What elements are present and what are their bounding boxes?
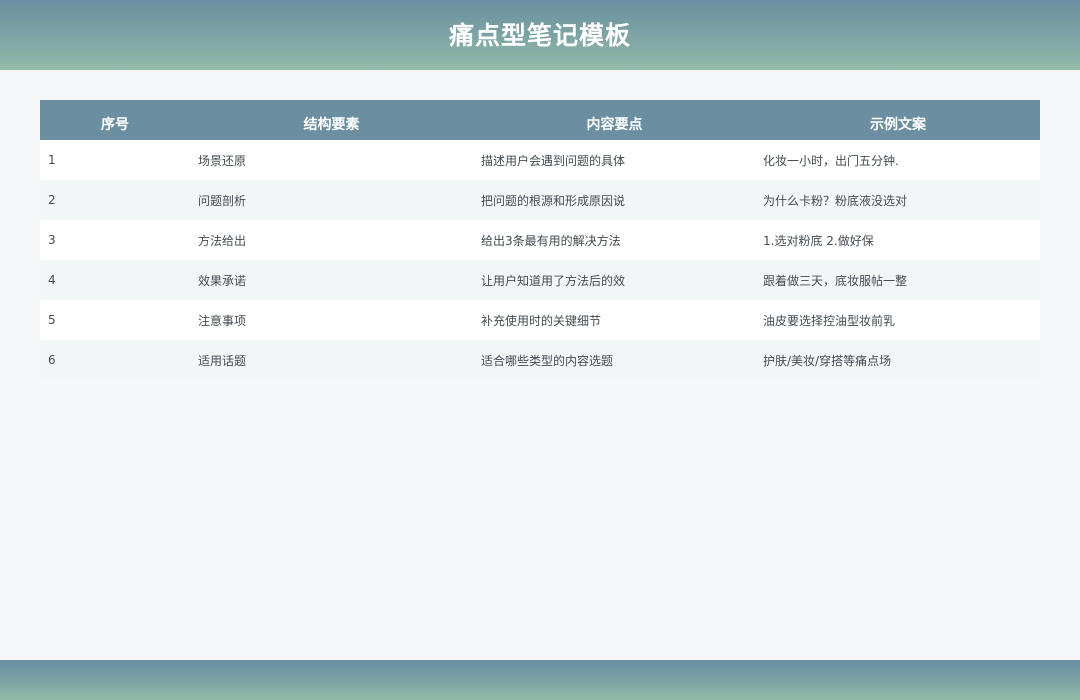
cell-index: 2: [48, 193, 56, 207]
column-header-index: 序号: [101, 117, 129, 133]
page-title: 痛点型笔记模板: [448, 21, 631, 50]
header-band: 痛点型笔记模板: [0, 0, 1080, 70]
cell-example-copy: 1.选对粉底 2.做好保: [763, 233, 874, 248]
cell-element: 适用话题: [198, 353, 247, 368]
cell-index: 6: [48, 353, 56, 367]
template-table: 序号 结构要素 内容要点 示例文案 1 场景还原 描述用户会遇到问题的具体 化妆…: [40, 100, 1040, 380]
cell-example-copy: 油皮要选择控油型妆前乳: [763, 313, 896, 328]
cell-index: 1: [48, 153, 56, 167]
template-table-container: 序号 结构要素 内容要点 示例文案 1 场景还原 描述用户会遇到问题的具体 化妆…: [40, 100, 1040, 380]
cell-index: 5: [48, 313, 56, 327]
cell-key-point: 把问题的根源和形成原因说: [481, 193, 626, 208]
column-header-element: 结构要素: [303, 117, 360, 133]
cell-key-point: 让用户知道用了方法后的效: [481, 273, 626, 288]
cell-example-copy: 化妆一小时，出门五分钟.: [763, 153, 899, 168]
cell-key-point: 给出3条最有用的解决方法: [481, 233, 621, 248]
table-row: 3 方法给出 给出3条最有用的解决方法 1.选对粉底 2.做好保: [40, 220, 1040, 260]
column-header-key-points: 内容要点: [586, 117, 643, 133]
table-header-row: 序号 结构要素 内容要点 示例文案: [40, 100, 1040, 140]
table-row: 6 适用话题 适合哪些类型的内容选题 护肤/美妆/穿搭等痛点场: [40, 340, 1040, 380]
table-row: 1 场景还原 描述用户会遇到问题的具体 化妆一小时，出门五分钟.: [40, 140, 1040, 180]
cell-element: 效果承诺: [198, 273, 247, 288]
footer-band: [0, 660, 1080, 700]
cell-index: 3: [48, 233, 56, 247]
table-row: 4 效果承诺 让用户知道用了方法后的效 跟着做三天，底妆服帖一整: [40, 260, 1040, 300]
cell-key-point: 描述用户会遇到问题的具体: [481, 153, 626, 168]
cell-example-copy: 为什么卡粉？粉底液没选对: [763, 193, 908, 208]
cell-element: 问题剖析: [198, 193, 247, 208]
cell-element: 方法给出: [198, 233, 247, 248]
cell-key-point: 适合哪些类型的内容选题: [481, 353, 614, 368]
table-row: 5 注意事项 补充使用时的关键细节 油皮要选择控油型妆前乳: [40, 300, 1040, 340]
cell-element: 场景还原: [198, 153, 247, 168]
column-header-example-copy: 示例文案: [870, 117, 926, 133]
cell-key-point: 补充使用时的关键细节: [481, 313, 602, 328]
cell-example-copy: 跟着做三天，底妆服帖一整: [763, 273, 908, 288]
cell-element: 注意事项: [198, 313, 247, 328]
table-row: 2 问题剖析 把问题的根源和形成原因说 为什么卡粉？粉底液没选对: [40, 180, 1040, 220]
cell-index: 4: [48, 273, 56, 287]
cell-example-copy: 护肤/美妆/穿搭等痛点场: [763, 353, 892, 368]
